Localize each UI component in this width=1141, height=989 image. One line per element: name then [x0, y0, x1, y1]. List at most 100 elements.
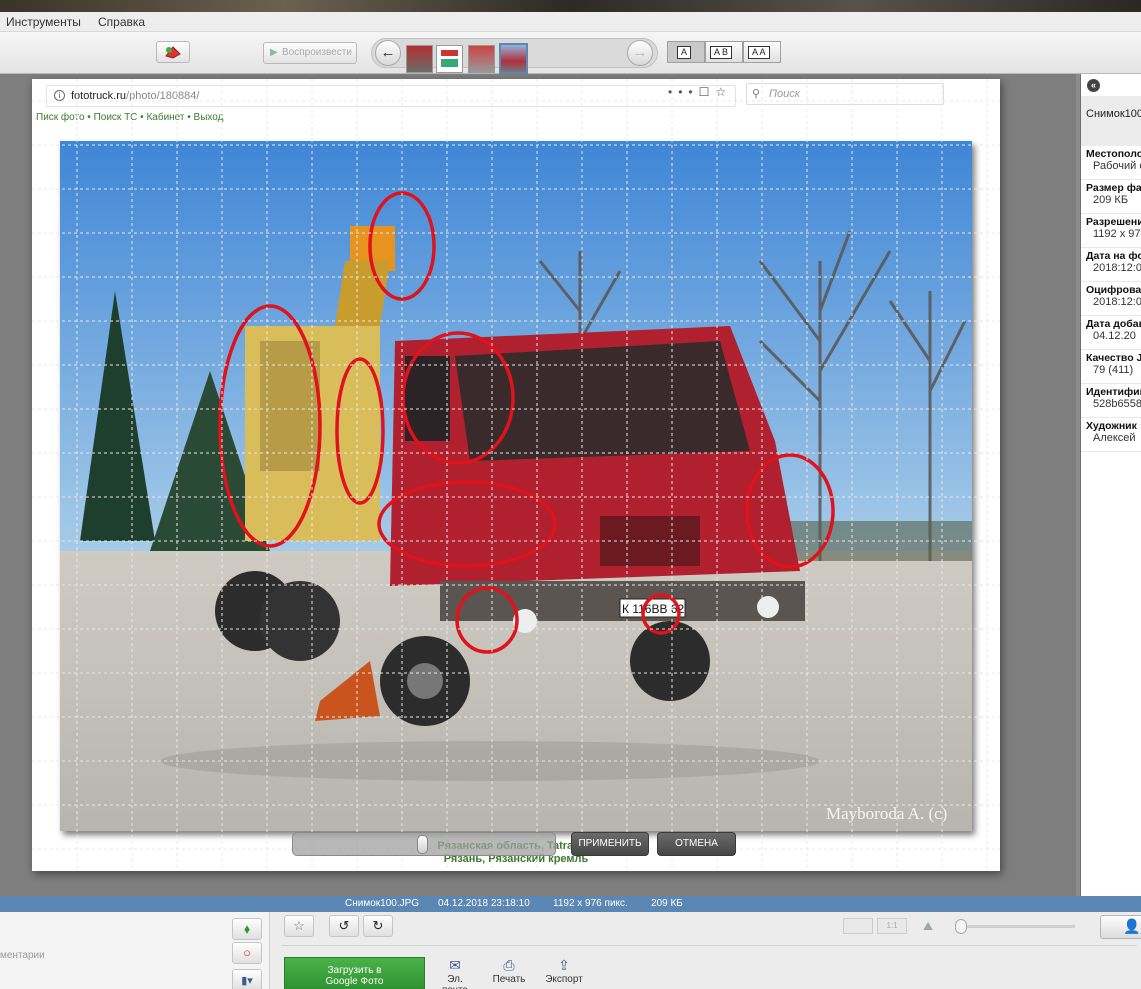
truck-photo-drawing: К 116ВВ 62 Mayboroda A. (c)	[60, 141, 972, 831]
filmstrip-thumb-3[interactable]	[468, 45, 495, 73]
paint-icon	[165, 46, 181, 59]
property-row: Идентифик 528b6558	[1081, 384, 1141, 418]
property-label: Размер фа	[1086, 182, 1141, 194]
property-row: Дата на фо 2018:12:0	[1081, 248, 1141, 282]
slider-handle[interactable]	[417, 835, 428, 854]
filmstrip-thumb-2[interactable]	[436, 45, 463, 73]
email-label: Эл. почта	[442, 974, 468, 989]
bookmark-star-icon: ☆	[715, 85, 733, 99]
properties-panel-body: « Снимок100 Местополо Рабочий с Размер фа 2…	[1080, 74, 1141, 896]
rotate-right-icon[interactable]: ↻	[363, 915, 393, 937]
album-dropdown-icon[interactable]: ▮▾	[232, 969, 262, 989]
property-row: Оцифрова 2018:12:0	[1081, 282, 1141, 316]
property-label: Качество J	[1086, 352, 1141, 364]
property-label: Разрешени	[1086, 216, 1141, 228]
rotate-left-icon[interactable]: ↺	[329, 915, 359, 937]
zoom-slider[interactable]	[955, 925, 1075, 928]
property-row: Местополо Рабочий с	[1081, 146, 1141, 180]
status-bar: Снимок100.JPG 04.12.2018 23:18:10 1192 x…	[0, 896, 1141, 912]
print-label: Печать	[492, 974, 526, 985]
browser-search-field: ⚲ Поиск	[746, 83, 944, 105]
menu-bar: Инструменты Справка	[0, 12, 1141, 32]
red-circle-icon[interactable]: ○	[232, 942, 262, 964]
property-label: Дата на фо	[1086, 250, 1141, 262]
more-icon: •••	[668, 85, 699, 99]
person-icon: 👤	[1123, 918, 1141, 934]
play-slideshow-button[interactable]: Воспроизвести	[263, 42, 357, 64]
edit-tools-button[interactable]	[156, 41, 190, 63]
menu-tools[interactable]: Инструменты	[6, 15, 81, 29]
actual-size-icon[interactable]: 1:1	[877, 918, 907, 934]
property-label: Оцифрова	[1086, 284, 1141, 296]
property-value: 2018:12:0	[1093, 262, 1141, 274]
view-dual-button[interactable]: A A	[743, 41, 781, 63]
bottom-divider	[282, 945, 1137, 946]
view-single-label: A	[677, 46, 692, 59]
properties-list: Местополо Рабочий с Размер фа 209 КБ Разреше…	[1081, 146, 1141, 452]
export-button[interactable]: ⇪ Экспорт	[542, 957, 586, 985]
toolbar: Воспроизвести ← → A A B A A	[0, 32, 1141, 74]
search-icon: ⚲	[752, 88, 761, 100]
print-button[interactable]: ⎙ Печать	[489, 957, 529, 985]
upload-label-1: Загрузить в	[327, 965, 382, 976]
property-label: Идентифик	[1086, 386, 1141, 398]
property-value: 79 (411)	[1093, 364, 1134, 376]
property-value: 2018:12:0	[1093, 296, 1141, 308]
collapse-panel-icon[interactable]: «	[1087, 79, 1100, 92]
apply-button[interactable]: ПРИМЕНИТЬ	[571, 832, 649, 856]
mail-icon: ✉	[449, 957, 461, 973]
status-filename: Снимок100.JPG	[345, 898, 420, 909]
email-button[interactable]: ✉ Эл. почта	[433, 957, 477, 989]
fit-view-icon[interactable]	[843, 918, 873, 934]
arrow-right-icon[interactable]: →	[627, 40, 653, 66]
status-size: 209 КБ	[651, 898, 683, 909]
adjust-slider[interactable]	[292, 832, 556, 856]
properties-panel: « Снимок100 Местополо Рабочий с Размер фа 2…	[1076, 74, 1141, 896]
property-label: Дата добав	[1086, 318, 1141, 330]
filmstrip-thumb-current[interactable]	[499, 43, 528, 74]
property-value: Алексей	[1093, 432, 1136, 444]
url-path: /photo/180884/	[126, 90, 200, 102]
tag-green-icon[interactable]: ⬧	[232, 918, 262, 940]
property-value: 209 КБ	[1093, 194, 1129, 206]
filmstrip-thumb-1[interactable]	[406, 45, 433, 73]
view-dual-label: A A	[748, 46, 770, 59]
filmstrip-navigator: ← →	[371, 38, 658, 74]
print-icon: ⎙	[503, 957, 515, 973]
people-button[interactable]: 👤	[1100, 915, 1141, 939]
property-label: Местополо	[1086, 148, 1141, 160]
property-value: 528b6558	[1093, 398, 1141, 410]
panel-title: Снимок100	[1081, 96, 1141, 146]
photo-watermark: Mayboroda A. (c)	[826, 804, 947, 823]
address-bar: i fototruck.ru/photo/180884/	[46, 85, 736, 107]
star-icon[interactable]: ☆	[284, 915, 314, 937]
bottom-bar: ментарии ⬧ ○ ▮▾ ☆ ↺ ↻ Загрузить в Google…	[0, 912, 1141, 989]
comments-area: ментарии ⬧ ○ ▮▾	[0, 912, 270, 989]
property-row: Размер фа 209 КБ	[1081, 180, 1141, 214]
desktop-background-strip	[0, 0, 1141, 12]
info-icon: i	[54, 90, 65, 101]
url-host: fototruck.ru	[71, 90, 127, 102]
view-single-button[interactable]: A	[667, 41, 705, 63]
upload-google-photos-button[interactable]: Загрузить в Google Фото	[284, 957, 425, 989]
truck-photo: К 116ВВ 62 Mayboroda A. (c)	[60, 141, 972, 831]
view-compare-button[interactable]: A B	[705, 41, 743, 63]
property-value: 04.12.20	[1093, 330, 1136, 342]
arrow-left-icon[interactable]: ←	[375, 40, 401, 66]
search-placeholder: Поиск	[769, 88, 800, 100]
property-label: Художник	[1086, 420, 1137, 432]
property-row: Качество J 79 (411)	[1081, 350, 1141, 384]
page-actions: •••☐☆	[668, 85, 732, 99]
zoom-icon: ⛰	[923, 919, 934, 933]
zoom-slider-handle[interactable]	[955, 919, 967, 934]
view-compare-label: A B	[710, 46, 733, 59]
status-datetime: 04.12.2018 23:18:10	[438, 898, 530, 909]
upload-label-2: Google Фото	[325, 976, 384, 987]
cancel-button[interactable]: ОТМЕНА	[657, 832, 736, 856]
status-dimensions: 1192 x 976 пикс.	[553, 898, 628, 909]
property-row: Разрешени 1192 x 97	[1081, 214, 1141, 248]
menu-help[interactable]: Справка	[98, 15, 145, 29]
property-row: Художник Алексей	[1081, 418, 1141, 452]
comments-label: ментарии	[0, 950, 45, 961]
thumb-document-image	[441, 50, 458, 67]
